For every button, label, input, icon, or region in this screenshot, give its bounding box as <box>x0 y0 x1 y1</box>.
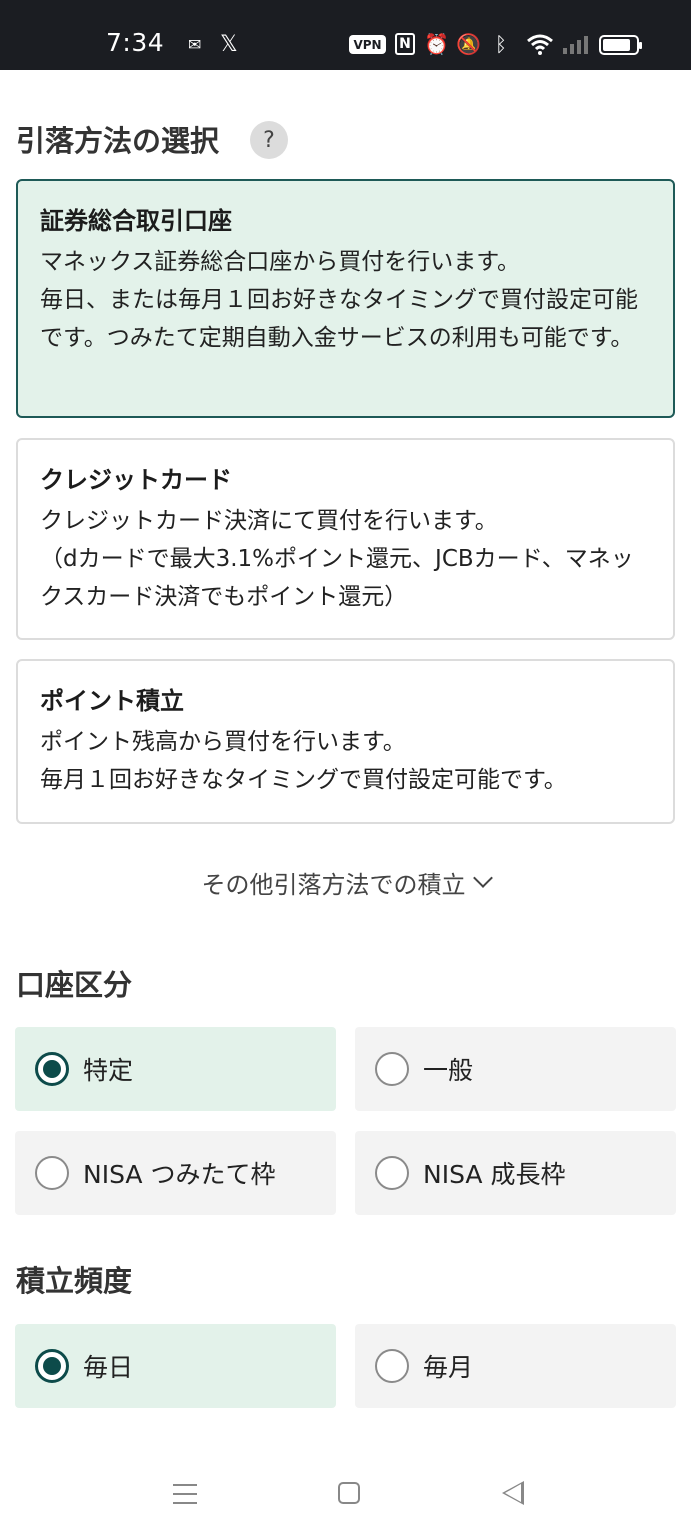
vpn-icon: VPN <box>349 35 386 54</box>
option-description: ポイント残高から買付を行います。 毎月１回お好きなタイミングで買付設定可能です。 <box>40 729 567 793</box>
account-type-nisa-growth[interactable]: NISA 成長枠 <box>355 1131 676 1215</box>
withdrawal-option-points[interactable]: ポイント積立 ポイント残高から買付を行います。 毎月１回お好きなタイミングで買付… <box>16 659 675 824</box>
option-label: 特定 <box>83 1056 134 1085</box>
withdrawal-option-securities-account[interactable]: 証券総合取引口座 マネックス証券総合口座から買付を行います。 毎日、または毎月１… <box>16 179 675 418</box>
option-title: クレジットカード <box>40 466 232 494</box>
frequency-daily[interactable]: 毎日 <box>15 1324 336 1408</box>
signal-icon <box>562 32 588 56</box>
alarm-icon: ⏰ <box>424 32 449 56</box>
option-title: ポイント積立 <box>40 687 184 715</box>
option-description: マネックス証券総合口座から買付を行います。 毎日、または毎月１回お好きなタイミン… <box>40 249 638 351</box>
bluetooth-icon: ᛒ <box>495 32 507 56</box>
mute-icon: 🔕 <box>456 32 481 56</box>
nfc-icon: N <box>395 33 415 55</box>
recent-apps-icon[interactable] <box>173 1484 197 1504</box>
battery-icon <box>599 35 642 55</box>
other-methods-label: その他引落方法での積立 <box>201 870 466 899</box>
status-bar: 7:34 ✉ 𝕏 VPN N ⏰ 🔕 ᛒ <box>0 0 691 70</box>
home-icon[interactable] <box>338 1482 360 1504</box>
option-label: 毎日 <box>83 1353 134 1382</box>
status-time: 7:34 <box>106 28 165 57</box>
radio-checked-icon[interactable] <box>35 1052 69 1086</box>
x-icon: 𝕏 <box>220 31 238 57</box>
option-label: NISA 成長枠 <box>423 1160 566 1189</box>
withdrawal-option-credit-card[interactable]: クレジットカード クレジットカード決済にて買付を行います。 （dカードで最大3.… <box>16 438 675 640</box>
radio-unchecked-icon[interactable] <box>375 1052 409 1086</box>
option-title: 証券総合取引口座 <box>40 207 232 235</box>
account-type-nisa-tsumitate[interactable]: NISA つみたて枠 <box>15 1131 336 1215</box>
frequency-title: 積立頻度 <box>16 1264 133 1298</box>
other-methods-toggle[interactable]: その他引落方法での積立 <box>0 862 691 902</box>
option-label: 毎月 <box>423 1353 474 1382</box>
wifi-icon <box>526 32 554 56</box>
withdrawal-method-title: 引落方法の選択 <box>16 124 220 158</box>
radio-unchecked-icon[interactable] <box>375 1156 409 1190</box>
sim-icon: ✉ <box>188 34 202 54</box>
account-type-title: 口座区分 <box>16 968 133 1002</box>
radio-checked-icon[interactable] <box>35 1349 69 1383</box>
account-type-general[interactable]: 一般 <box>355 1027 676 1111</box>
help-icon[interactable]: ? <box>250 121 288 159</box>
radio-unchecked-icon[interactable] <box>375 1349 409 1383</box>
frequency-monthly[interactable]: 毎月 <box>355 1324 676 1408</box>
chevron-down-icon <box>472 868 493 888</box>
option-description: クレジットカード決済にて買付を行います。 （dカードで最大3.1%ポイント還元、… <box>40 508 634 610</box>
back-icon[interactable] <box>502 1481 524 1505</box>
account-type-specific[interactable]: 特定 <box>15 1027 336 1111</box>
option-label: NISA つみたて枠 <box>83 1160 276 1189</box>
radio-unchecked-icon[interactable] <box>35 1156 69 1190</box>
option-label: 一般 <box>423 1056 474 1085</box>
system-nav-bar <box>0 1450 691 1536</box>
